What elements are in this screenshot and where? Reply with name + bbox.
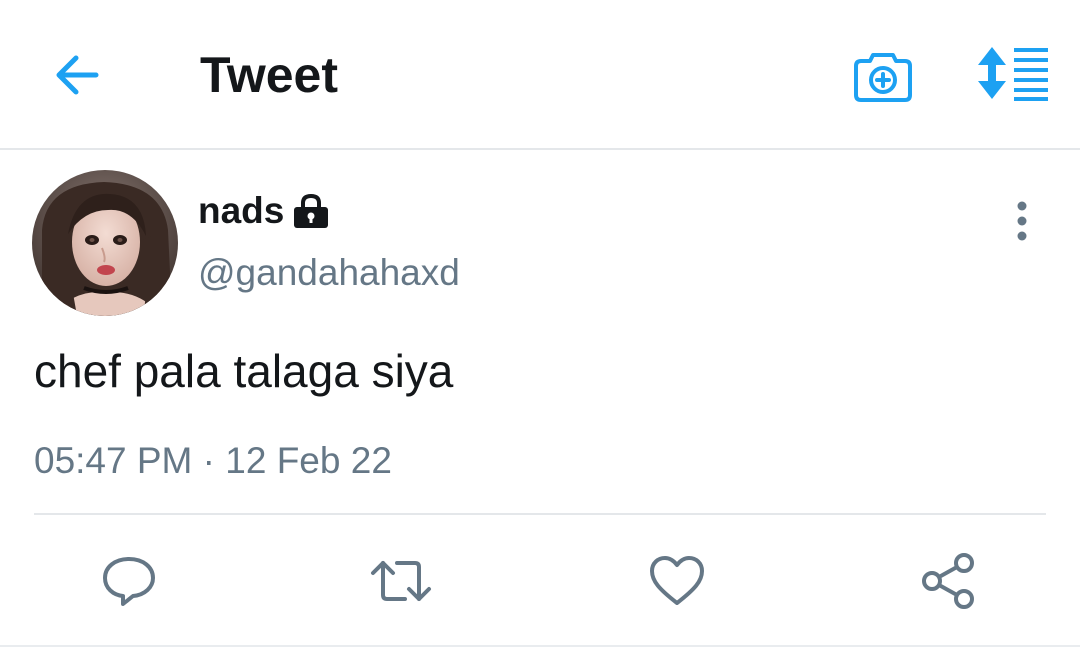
like-button[interactable] (644, 548, 710, 614)
arrow-left-icon (56, 55, 99, 95)
avatar[interactable] (32, 170, 178, 316)
more-vertical-icon (1017, 201, 1027, 241)
author-display-name[interactable]: nads (198, 186, 284, 236)
share-button[interactable] (916, 548, 982, 614)
camera-button[interactable] (850, 40, 916, 106)
bottom-divider (0, 645, 1080, 647)
meta-separator: · (202, 440, 215, 481)
tweet-date: 12 Feb 22 (225, 440, 392, 481)
top-app-bar: Tweet (0, 0, 1080, 150)
reply-button[interactable] (96, 548, 162, 614)
tweet-text: chef pala talaga siya (34, 345, 454, 397)
lock-icon (292, 193, 330, 229)
reply-icon (103, 557, 155, 606)
tweet-timestamp: 05:47 PM · 12 Feb 22 (34, 432, 392, 490)
divider (34, 513, 1046, 515)
page-title: Tweet (200, 47, 338, 103)
tweet-time: 05:47 PM (34, 440, 193, 481)
camera-plus-icon (854, 53, 912, 102)
more-options-button[interactable] (1000, 196, 1044, 246)
author-name-row: nads (198, 186, 330, 236)
heart-icon (650, 556, 704, 605)
avatar-photo (32, 170, 178, 316)
sort-list-icon (978, 47, 1048, 101)
share-icon (922, 553, 974, 609)
retweet-button[interactable] (368, 548, 434, 614)
retweet-icon (371, 561, 431, 601)
author-handle[interactable]: @gandahahaxd (198, 248, 460, 298)
back-button[interactable] (46, 44, 108, 106)
sort-button[interactable] (972, 40, 1054, 106)
